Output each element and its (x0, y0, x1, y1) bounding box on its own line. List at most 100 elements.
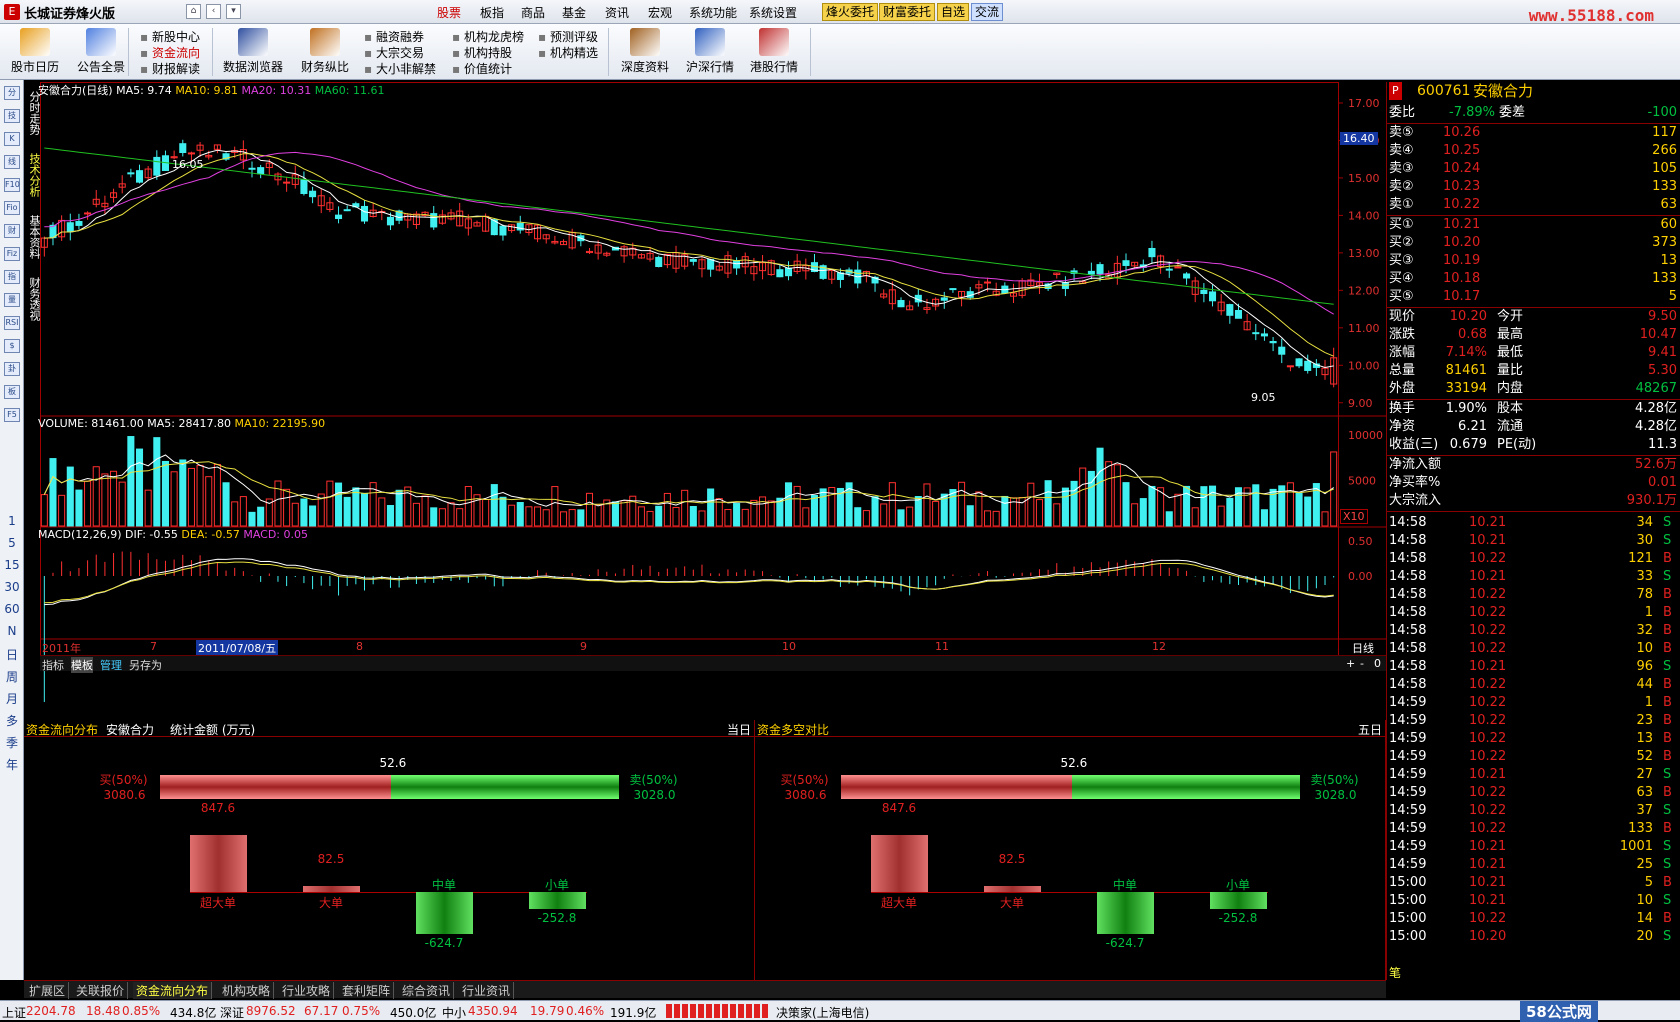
period-7[interactable]: 周 (0, 668, 24, 685)
bottom-tabs: 扩展区 关联报价 资金流向分布 机构攻略 行业攻略 套利矩阵 综合资讯 行业资讯 (24, 980, 1386, 999)
quick-link-3[interactable]: 交流 (971, 3, 1004, 21)
left-tool-icon-4[interactable]: F10 (4, 178, 20, 192)
period-2[interactable]: 15 (0, 558, 24, 572)
bottom-tab-5[interactable]: 套利矩阵 (339, 982, 395, 999)
kline-chart-svg[interactable]: 17.0016.0015.0014.0013.0012.0011.0010.00… (40, 82, 1386, 702)
period-8[interactable]: 月 (0, 690, 24, 707)
tick-price: 10.21 (1469, 875, 1507, 890)
weibi-row-cell: 委比 (1389, 105, 1416, 120)
zoom-btn-1[interactable]: - (1360, 657, 1364, 670)
buy-row-cell: 133 (1652, 271, 1677, 286)
toolbar-button-6[interactable]: 港股行情 (744, 24, 804, 80)
left-tool-icon-10[interactable]: RSI (4, 316, 20, 330)
period-label[interactable]: 日线 (1352, 640, 1374, 656)
left-tool-icon-8[interactable]: 指 (4, 270, 20, 284)
candle-body (1096, 264, 1104, 275)
fund-panel-title[interactable]: 资金多空对比 (757, 721, 829, 738)
quick-link-0[interactable]: 烽火委托 (822, 3, 879, 21)
menu-6[interactable]: 系统功能 (689, 4, 737, 21)
ticks-tab[interactable]: 笔 (1389, 964, 1401, 981)
period-0[interactable]: 1 (0, 514, 24, 528)
bottom-tab-6[interactable]: 综合资讯 (399, 982, 455, 999)
chart-tab-2[interactable]: 管理 (100, 657, 122, 673)
period-5[interactable]: N (0, 624, 24, 638)
fund-range-select[interactable]: 五日 (1358, 721, 1382, 738)
toolbar-link-small_col1-0[interactable]: ▪ 新股中心 (140, 28, 200, 45)
dropdown-icon[interactable]: ▾ (226, 4, 241, 19)
fund-range-select[interactable]: 当日 (727, 721, 751, 738)
menu-4[interactable]: 资讯 (605, 4, 629, 21)
kline-chart-area[interactable]: 17.0016.0015.0014.0013.0012.0011.0010.00… (38, 82, 1386, 702)
toolbar-button-1[interactable]: 公告全景 (70, 24, 132, 80)
quick-link-1[interactable]: 财富委托 (879, 3, 936, 21)
chart-tab-3[interactable]: 另存为 (129, 657, 162, 673)
toolbar-link-small_col1-1[interactable]: ▪ 资金流向 (140, 44, 200, 61)
zoom-btn-2[interactable]: 0 (1374, 657, 1381, 670)
bottom-tab-7[interactable]: 行业资讯 (459, 982, 515, 999)
period-3[interactable]: 30 (0, 580, 24, 594)
left-tool-icon-5[interactable]: Fio (4, 201, 20, 215)
zoom-btn-0[interactable]: + (1346, 657, 1355, 670)
quote-row: 现价 10.20 今开 9.50 (1387, 308, 1680, 326)
menu-2[interactable]: 商品 (521, 4, 545, 21)
period-4[interactable]: 60 (0, 602, 24, 616)
toolbar-link-small_col3-2[interactable]: ▪ 价值统计 (452, 60, 512, 77)
left-tool-icon-2[interactable]: K (4, 132, 20, 146)
bottom-tab-4[interactable]: 行业攻略 (279, 982, 335, 999)
left-tool-icon-11[interactable]: $ (4, 339, 20, 353)
home-icon[interactable]: ⌂ (186, 4, 201, 19)
menu-3[interactable]: 基金 (562, 4, 586, 21)
period-6[interactable]: 日 (0, 646, 24, 663)
toolbar-button-4[interactable]: 深度资料 (616, 24, 674, 80)
period-11[interactable]: 年 (0, 756, 24, 773)
view-tab-3[interactable]: 财务透视 (24, 270, 41, 328)
left-tool-icon-14[interactable]: F5 (4, 408, 20, 422)
toolbar-link-small_col3-1[interactable]: ▪ 机构持股 (452, 44, 512, 61)
bottom-tab-1[interactable]: 关联报价 (73, 982, 129, 999)
menu-1[interactable]: 板指 (480, 4, 504, 21)
period-1[interactable]: 5 (0, 536, 24, 550)
date-axis[interactable]: 2011年 7 8 9 10 11 12 2011/07/08/五 日线 (40, 640, 1386, 656)
left-tool-icon-12[interactable]: 卦 (4, 362, 20, 376)
left-tool-icon-7[interactable]: Fiz (4, 247, 20, 261)
toolbar-button-2[interactable]: 数据浏览器 (220, 24, 286, 80)
candle-body (1200, 289, 1208, 295)
toolbar-link-small_col3-0[interactable]: ▪ 机构龙虎榜 (452, 28, 524, 45)
toolbar-button-3[interactable]: 财务纵比 (295, 24, 355, 80)
toolbar-link-small_col2-0[interactable]: ▪ 融资融券 (364, 28, 424, 45)
ma20-label: MA20: 10.31 (241, 84, 312, 97)
toolbar-link-small_col1-2[interactable]: ▪ 财报解读 (140, 60, 200, 77)
tick-time: 14:59 (1389, 731, 1427, 746)
volume-bar (135, 448, 144, 527)
toolbar-button-5[interactable]: 沪深行情 (680, 24, 740, 80)
bottom-tab-0[interactable]: 扩展区 (26, 982, 70, 999)
toolbar-link-small_col2-1[interactable]: ▪ 大宗交易 (364, 44, 424, 61)
back-icon[interactable]: ‹ (206, 4, 221, 19)
toolbar-button-0[interactable]: 股市日历 (6, 24, 64, 80)
link-label: 融资融券 (375, 30, 424, 44)
menu-7[interactable]: 系统设置 (749, 4, 797, 21)
chart-tab-0[interactable]: 指标 (42, 657, 64, 673)
fund-panel-title[interactable]: 资金流向分布 (26, 721, 98, 738)
period-9[interactable]: 多 (0, 712, 24, 729)
view-tab-1[interactable]: 技术分析 (24, 146, 41, 204)
left-tool-icon-3[interactable]: 线 (4, 155, 20, 169)
left-tool-icon-0[interactable]: 分 (4, 86, 20, 100)
view-tab-2[interactable]: 基本资料 (24, 208, 41, 266)
toolbar-link-small_col2-2[interactable]: ▪ 大小非解禁 (364, 60, 436, 77)
sell-label: 卖(50%) (629, 773, 678, 787)
left-tool-icon-9[interactable]: 量 (4, 293, 20, 307)
menu-0[interactable]: 股票 (437, 4, 461, 21)
bottom-tab-2[interactable]: 资金流向分布 (133, 982, 213, 999)
bottom-tab-3[interactable]: 机构攻略 (219, 982, 275, 999)
left-tool-icon-6[interactable]: 财 (4, 224, 20, 238)
left-tool-icon-13[interactable]: 板 (4, 385, 20, 399)
chart-tab-1[interactable]: 模板 (71, 657, 93, 673)
tick-time: 14:59 (1389, 857, 1427, 872)
left-tool-icon-1[interactable]: 技 (4, 109, 20, 123)
toolbar-link-small_col4-1[interactable]: ▪ 机构精选 (538, 44, 598, 61)
menu-5[interactable]: 宏观 (648, 4, 672, 21)
toolbar-link-small_col4-0[interactable]: ▪ 预测评级 (538, 28, 598, 45)
period-10[interactable]: 季 (0, 734, 24, 751)
quick-link-2[interactable]: 自选 (937, 3, 970, 21)
